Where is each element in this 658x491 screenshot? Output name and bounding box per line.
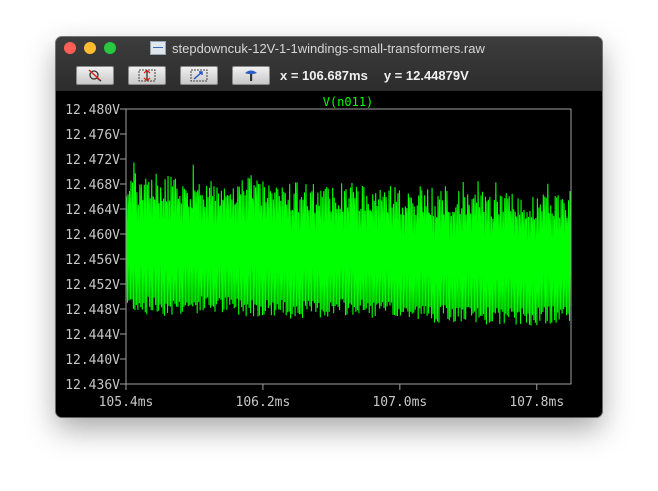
zoom-window-button[interactable] — [104, 42, 116, 54]
zoom-out-icon — [190, 69, 208, 81]
close-window-button[interactable] — [64, 42, 76, 54]
y-tick-label: 12.472V — [65, 153, 120, 168]
zoom-cancel-button[interactable] — [76, 65, 114, 85]
x-tick-label: 107.0ms — [372, 395, 427, 410]
waveform-window: stepdowncuk-12V-1-1windings-small-transf… — [56, 37, 602, 417]
title-group: stepdowncuk-12V-1-1windings-small-transf… — [150, 39, 485, 57]
window-title: stepdowncuk-12V-1-1windings-small-transf… — [172, 40, 485, 56]
hammer-icon — [245, 70, 257, 81]
minimize-window-button[interactable] — [84, 42, 96, 54]
autoscale-button[interactable] — [128, 65, 166, 85]
series-label: V(n011) — [323, 95, 374, 109]
autoscale-icon — [138, 69, 156, 81]
y-tick-label: 12.480V — [65, 103, 120, 118]
y-tick-label: 12.456V — [65, 253, 120, 268]
zoom-out-button[interactable] — [180, 65, 218, 85]
x-tick-label: 105.4ms — [99, 395, 154, 410]
y-tick-label: 12.444V — [65, 328, 120, 343]
title-bar: stepdowncuk-12V-1-1windings-small-transf… — [56, 37, 602, 91]
y-readout: y = 12.44879V — [383, 67, 469, 83]
y-tick-label: 12.448V — [65, 303, 120, 318]
waveform-file-icon — [150, 41, 166, 55]
x-readout: x = 106.687ms — [280, 67, 368, 83]
cursor-readout: x = 106.687ms y = 12.44879V — [280, 68, 485, 83]
waveform-plot[interactable]: 12.480V 12.476V 12.472V 12.468V 12.464V 12.46… — [56, 91, 602, 417]
zoom-cancel-icon — [88, 68, 102, 82]
y-tick-label: 12.468V — [65, 178, 120, 193]
y-tick-label: 12.436V — [65, 378, 120, 393]
x-tick-label: 107.8ms — [509, 395, 564, 410]
y-tick-label: 12.476V — [65, 128, 120, 143]
y-tick-label: 12.460V — [65, 228, 120, 243]
toolbar: x = 106.687ms y = 12.44879V — [76, 65, 485, 85]
hammer-button[interactable] — [232, 65, 270, 85]
x-tick-label: 106.2ms — [236, 395, 291, 410]
y-tick-label: 12.440V — [65, 353, 120, 368]
y-tick-label: 12.452V — [65, 278, 120, 293]
y-tick-label: 12.464V — [65, 203, 120, 218]
